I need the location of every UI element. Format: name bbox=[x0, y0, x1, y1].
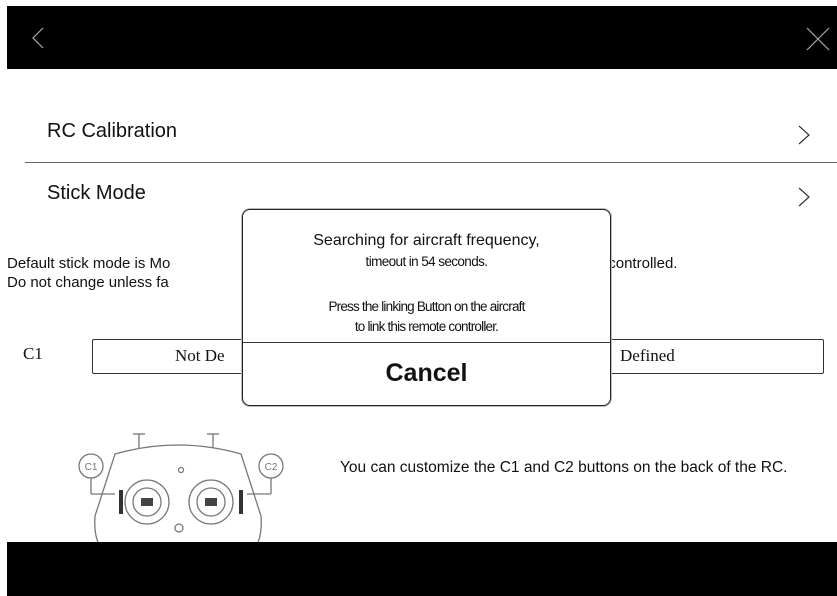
dialog-message-line2: timeout in 54 seconds. bbox=[365, 254, 488, 269]
close-button[interactable] bbox=[805, 26, 831, 52]
app-window: RC Calibration Stick Mode Default stick … bbox=[7, 6, 837, 596]
stick-mode-label: Stick Mode bbox=[47, 182, 146, 204]
description-line1-left: Default stick mode is Mo bbox=[7, 255, 171, 272]
c1-callout-text: C1 bbox=[85, 462, 98, 473]
dialog-message-line1: Searching for aircraft frequency, bbox=[313, 232, 540, 249]
close-icon bbox=[806, 27, 830, 51]
c2-callout-text: C2 bbox=[265, 462, 278, 473]
chevron-left-icon bbox=[32, 27, 44, 49]
rc-calibration-label: RC Calibration bbox=[47, 120, 178, 142]
chevron-right-icon bbox=[798, 125, 810, 145]
linking-dialog: Searching for aircraft frequency, timeou… bbox=[242, 209, 611, 406]
rc-calibration-row[interactable]: RC Calibration bbox=[25, 114, 837, 154]
c2-value: Defined bbox=[620, 346, 675, 365]
chevron-right-icon bbox=[798, 187, 810, 207]
row-divider bbox=[25, 162, 837, 163]
c1-value: Not De bbox=[175, 346, 225, 365]
dialog-message-line4: to link this remote controller. bbox=[354, 319, 499, 334]
customize-note: You can customize the C1 and C2 buttons … bbox=[340, 459, 788, 476]
remote-controller-illustration: C1 C2 bbox=[78, 433, 284, 554]
back-button[interactable] bbox=[29, 26, 49, 50]
bottom-bar bbox=[7, 542, 837, 596]
dialog-message-line3: Press the linking Button on the aircraft bbox=[328, 299, 525, 314]
cancel-button[interactable]: Cancel bbox=[243, 344, 610, 402]
top-bar bbox=[7, 6, 837, 69]
dialog-divider bbox=[243, 342, 610, 343]
c1-label: C1 bbox=[23, 344, 43, 363]
